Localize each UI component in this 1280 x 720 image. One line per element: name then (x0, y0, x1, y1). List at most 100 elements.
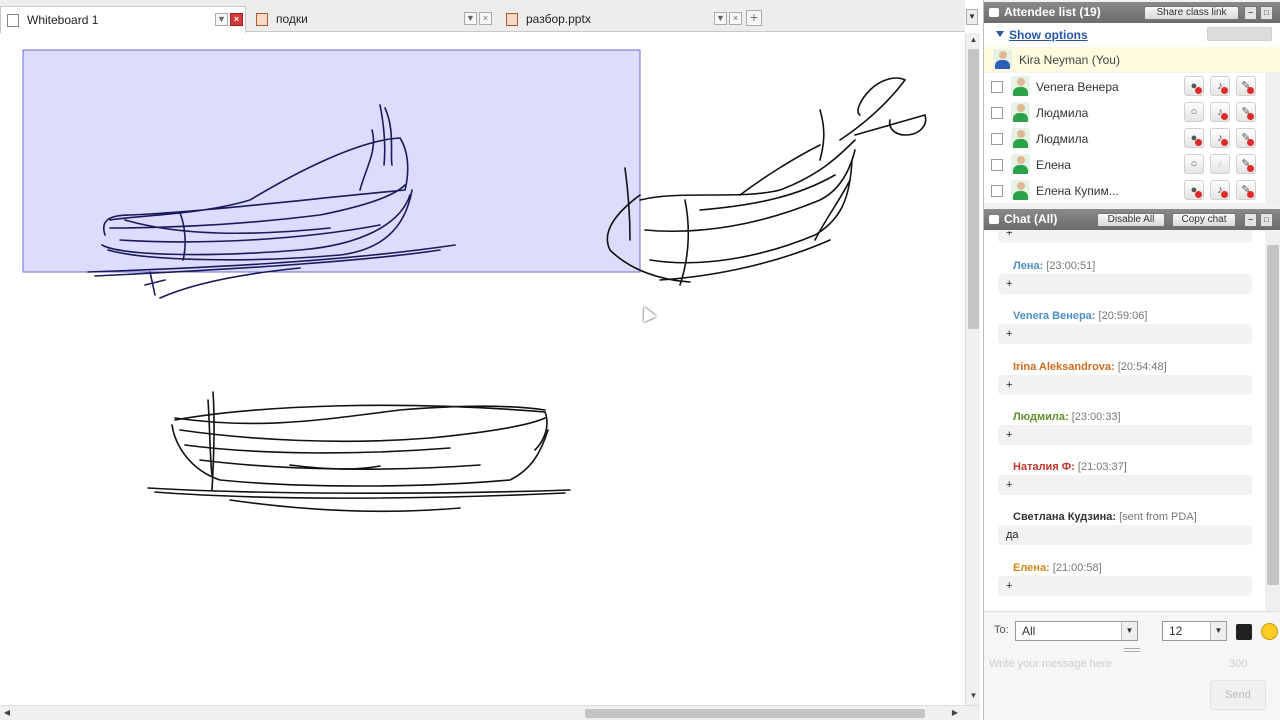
close-icon[interactable]: × (479, 12, 492, 25)
scroll-right-icon[interactable]: ▶ (948, 706, 962, 720)
message-input[interactable]: Write your message here (989, 658, 1112, 670)
pen-icon[interactable]: ✎ (1236, 76, 1256, 96)
copy-chat-button[interactable]: Copy chat (1172, 213, 1236, 227)
attendee-checkbox[interactable] (991, 159, 1003, 171)
boat-sketch-right (606, 77, 927, 286)
message-text: + (998, 475, 1252, 495)
message-text: + (998, 425, 1252, 445)
boat-sketch-bottom (147, 391, 571, 513)
scroll-left-icon[interactable]: ◀ (0, 706, 14, 720)
avatar (1011, 76, 1030, 96)
attendee-row[interactable]: Людмила ● ♪ ✎ (984, 125, 1265, 151)
scroll-thumb[interactable] (968, 49, 979, 329)
share-class-link-button[interactable]: Share class link (1144, 6, 1239, 20)
tab-bar: Whiteboard 1 ▼ × подки ▼ × разбор.pptx ▼… (0, 0, 978, 33)
camera-icon[interactable]: ○ (1184, 154, 1204, 174)
pen-icon[interactable]: ✎ (1236, 128, 1256, 148)
scroll-down-icon[interactable]: ▼ (967, 689, 980, 703)
attendee-list-header: Attendee list (19) Share class link – □ (984, 2, 1280, 23)
message-time: [sent from PDA] (1119, 511, 1197, 523)
send-button[interactable]: Send (1210, 680, 1266, 710)
pen-icon[interactable]: ✎ (1236, 102, 1256, 122)
camera-icon[interactable]: ● (1184, 128, 1204, 148)
message-time: [20:54:48] (1117, 361, 1167, 373)
maximize-icon[interactable]: □ (1260, 6, 1273, 20)
attendee-name: Kira Neyman (You) (1019, 53, 1120, 67)
presentation-icon (256, 12, 268, 26)
close-icon[interactable]: × (230, 13, 243, 26)
microphone-icon[interactable]: ♪ (1210, 76, 1230, 96)
attendee-row[interactable]: Елена Купим... ● ♪ ✎ (984, 177, 1265, 203)
message-author: Irina Aleksandrova: [20:54:48] (1013, 361, 1167, 373)
scroll-up-icon[interactable]: ▲ (967, 33, 980, 47)
attendee-checkbox[interactable] (991, 81, 1003, 93)
maximize-icon[interactable]: □ (1260, 213, 1273, 227)
disable-all-button[interactable]: Disable All (1097, 213, 1165, 227)
attendee-checkbox[interactable] (991, 185, 1003, 197)
chat-message: Irina Aleksandrova: [20:54:48] + (998, 361, 1252, 401)
tab-podki[interactable]: подки ▼ × (250, 6, 494, 32)
whiteboard-drawing (22, 49, 927, 513)
message-time: [23:00:33] (1071, 411, 1121, 423)
microphone-icon[interactable]: ♪ (1210, 180, 1230, 200)
camera-icon[interactable]: ● (1184, 180, 1204, 200)
chat-message: Лена: [23:00:51] + (998, 260, 1252, 300)
microphone-icon[interactable]: ♪ (1210, 102, 1230, 122)
recipient-select[interactable]: All ▼ (1015, 621, 1138, 641)
attendee-row[interactable]: Елена ○ ♪ ✎ (984, 151, 1265, 177)
recipient-value: All (1022, 624, 1036, 638)
minimize-icon[interactable]: – (1244, 6, 1257, 20)
microphone-icon[interactable]: ♪ (1210, 128, 1230, 148)
tab-menu-button[interactable]: ▼ (966, 9, 978, 25)
chevron-down-icon[interactable]: ▼ (714, 12, 727, 25)
add-tab-button[interactable]: + (746, 10, 762, 26)
chat-title: Chat (All) (1004, 212, 1058, 226)
scroll-thumb[interactable] (1267, 245, 1279, 585)
message-author: Лена: [23:00:51] (1013, 260, 1095, 272)
author-name: Елена: (1013, 562, 1050, 574)
avatar (1011, 180, 1030, 200)
chat-scrollbar[interactable] (1265, 231, 1280, 611)
author-name: Светлана Кудзина: (1013, 511, 1117, 523)
attendee-list-title: Attendee list (19) (1004, 5, 1101, 19)
attendee-row[interactable]: Venera Венера ● ♪ ✎ (984, 73, 1265, 99)
message-time: [21:00:58] (1052, 562, 1102, 574)
resize-grip-icon[interactable] (1124, 648, 1140, 652)
show-options-link[interactable]: Show options (1009, 28, 1088, 42)
tab-razbor[interactable]: разбор.pptx ▼ × (500, 6, 744, 32)
attendees-icon (989, 8, 999, 17)
attendee-checkbox[interactable] (991, 107, 1003, 119)
attendee-self[interactable]: Kira Neyman (You) (984, 47, 1280, 72)
message-text: + (998, 274, 1252, 294)
author-name: Venera Венера: (1013, 310, 1096, 322)
chat-message: + (998, 231, 1252, 263)
camera-icon[interactable]: ● (1184, 76, 1204, 96)
whiteboard-horizontal-scrollbar[interactable]: ◀ ▶ (0, 705, 980, 720)
message-author: Светлана Кудзина: [sent from PDA] (1013, 511, 1197, 523)
microphone-icon[interactable]: ♪ (1210, 154, 1230, 174)
pen-icon[interactable]: ✎ (1236, 154, 1256, 174)
text-color-button[interactable] (1236, 624, 1252, 640)
tab-whiteboard-1[interactable]: Whiteboard 1 ▼ × (0, 6, 246, 33)
chevron-down-icon[interactable]: ▼ (464, 12, 477, 25)
emoji-icon[interactable] (1261, 623, 1278, 640)
message-text: + (998, 231, 1252, 243)
message-author: Людмила: [23:00:33] (1013, 411, 1121, 423)
scroll-thumb[interactable] (585, 709, 925, 718)
chevron-down-icon[interactable]: ▼ (1121, 622, 1137, 640)
attendee-scrollbar[interactable] (1265, 72, 1280, 205)
attendee-name: Людмила (1036, 132, 1089, 146)
side-panel: Attendee list (19) Share class link – □ … (983, 0, 1280, 720)
chevron-down-icon[interactable]: ▼ (1210, 622, 1226, 640)
whiteboard-canvas[interactable] (0, 33, 965, 705)
attendee-row[interactable]: Людмила ○ ♪ ✎ (984, 99, 1265, 125)
camera-icon[interactable]: ○ (1184, 102, 1204, 122)
font-size-select[interactable]: 12 ▼ (1162, 621, 1227, 641)
attendee-checkbox[interactable] (991, 133, 1003, 145)
message-text: + (998, 576, 1252, 596)
close-icon[interactable]: × (729, 12, 742, 25)
whiteboard-vertical-scrollbar[interactable]: ▲ ▼ (965, 33, 980, 705)
minimize-icon[interactable]: – (1244, 213, 1257, 227)
pen-icon[interactable]: ✎ (1236, 180, 1256, 200)
chevron-down-icon[interactable]: ▼ (215, 13, 228, 26)
